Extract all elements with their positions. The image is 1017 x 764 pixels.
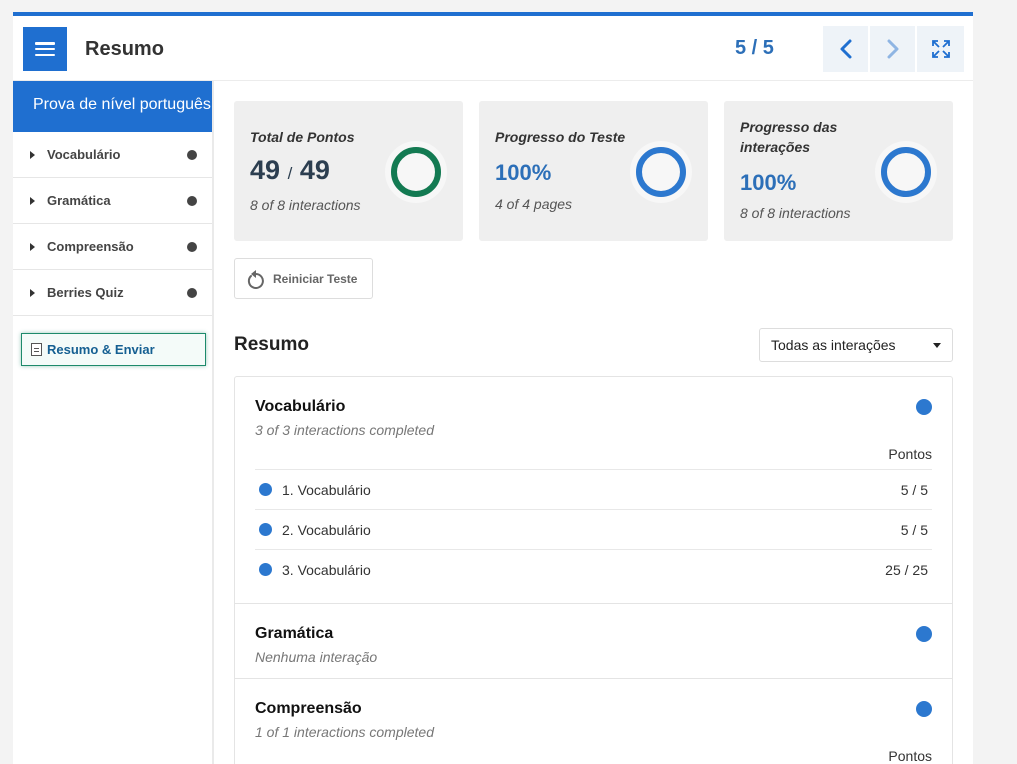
row-status-dot (259, 563, 272, 576)
card-sub: 8 of 8 interactions (740, 205, 851, 221)
row-score: 5 / 5 (900, 521, 928, 538)
menu-button[interactable] (23, 27, 67, 71)
interaction-row[interactable]: 1. Vocabulário 5 / 5 (255, 469, 932, 509)
status-dot (187, 288, 197, 298)
points-value: 49 / 49 (250, 155, 330, 186)
sidebar: Prova de nível português Vocabulário Gra… (13, 81, 214, 764)
caret-right-icon (30, 196, 35, 205)
chevron-right-icon (887, 39, 898, 59)
test-progress-value: 100% (495, 160, 552, 185)
page-title: Resumo (85, 38, 164, 60)
reset-test-button[interactable]: Reiniciar Teste (234, 258, 373, 299)
row-label: 3. Vocabulário (282, 561, 371, 578)
interactions-progress-card: Progresso das interações 100% 8 of 8 int… (724, 101, 953, 241)
summary-submit-button[interactable]: Resumo & Enviar (21, 333, 206, 366)
interaction-row[interactable]: 3. Vocabulário 25 / 25 (255, 549, 932, 589)
section-subtitle: 3 of 3 interactions completed (255, 422, 434, 438)
summary-heading: Resumo (234, 334, 309, 355)
row-status-dot (259, 483, 272, 496)
card-sub: 8 of 8 interactions (250, 197, 361, 213)
reset-label: Reiniciar Teste (273, 271, 358, 286)
sidebar-item-label: Vocabulário (47, 147, 121, 162)
interactions-progress-ring (875, 141, 937, 203)
row-label: 2. Vocabulário (282, 521, 371, 538)
row-status-dot (259, 523, 272, 536)
status-dot (187, 196, 197, 206)
sidebar-item-berries-quiz[interactable]: Berries Quiz (13, 270, 212, 316)
section-subtitle: Nenhuma interação (255, 649, 378, 665)
expand-icon (931, 40, 950, 58)
card-label: Progresso do Teste (495, 129, 626, 145)
sidebar-item-compreensao[interactable]: Compreensão (13, 224, 212, 270)
previous-page-button[interactable] (823, 26, 868, 72)
interactions-filter-select[interactable]: Todas as interações (759, 328, 953, 362)
section-title: Compreensão (255, 700, 362, 717)
interaction-row[interactable]: 2. Vocabulário 5 / 5 (255, 509, 932, 549)
card-sub: 4 of 4 pages (495, 196, 573, 212)
row-label: 1. Vocabulário (282, 481, 371, 498)
hamburger-icon (35, 42, 55, 56)
interactions-progress-value: 100% (740, 170, 797, 195)
points-score: 49 (250, 155, 281, 185)
caret-right-icon (30, 242, 35, 251)
points-column-header: Pontos (888, 748, 932, 764)
card-label-line2: interações (740, 139, 811, 155)
summary-submit-label: Resumo & Enviar (47, 342, 155, 357)
total-points-card: Total de Pontos 49 / 49 8 of 8 interacti… (234, 101, 463, 241)
sidebar-item-label: Gramática (47, 193, 111, 208)
section-status-dot (916, 701, 932, 717)
reset-icon (247, 269, 264, 289)
caret-down-icon (933, 343, 941, 348)
section-status-dot (916, 626, 932, 642)
test-progress-card: Progresso do Teste 100% 4 of 4 pages (479, 101, 708, 241)
summary-section-compreensao: Compreensão 1 of 1 interactions complete… (235, 679, 952, 764)
points-column-header: Pontos (888, 446, 932, 462)
section-title: Gramática (255, 625, 334, 642)
section-subtitle: 1 of 1 interactions completed (255, 724, 434, 740)
filter-value: Todas as interações (771, 337, 896, 353)
main-content: Total de Pontos 49 / 49 8 of 8 interacti… (214, 81, 973, 764)
card-label-line1: Progresso das (740, 119, 838, 135)
caret-right-icon (30, 150, 35, 159)
sidebar-item-label: Compreensão (47, 239, 134, 254)
sidebar-item-vocabulario[interactable]: Vocabulário (13, 132, 212, 178)
chevron-left-icon (840, 39, 851, 59)
status-dot (187, 242, 197, 252)
points-separator: / (287, 164, 293, 183)
next-page-button[interactable] (870, 26, 915, 72)
fullscreen-button[interactable] (917, 26, 964, 72)
sidebar-item-gramatica[interactable]: Gramática (13, 178, 212, 224)
summary-section-vocabulario: Vocabulário 3 of 3 interactions complete… (235, 377, 952, 604)
summary-list: Vocabulário 3 of 3 interactions complete… (234, 376, 953, 764)
row-score: 25 / 25 (885, 561, 928, 578)
test-progress-ring (630, 141, 692, 203)
page-counter: 5 / 5 (735, 37, 774, 59)
sidebar-item-label: Berries Quiz (47, 285, 124, 300)
document-icon (31, 343, 42, 356)
section-title: Vocabulário (255, 398, 346, 415)
card-label: Progresso das interações (740, 117, 837, 157)
sidebar-title[interactable]: Prova de nível português (13, 81, 212, 132)
caret-right-icon (30, 288, 35, 297)
card-label: Total de Pontos (250, 129, 355, 145)
header: Resumo 5 / 5 (13, 16, 973, 81)
points-total: 49 (299, 155, 330, 185)
status-dot (187, 150, 197, 160)
summary-section-gramatica: Gramática Nenhuma interação (235, 604, 952, 679)
section-status-dot (916, 399, 932, 415)
app-frame: Resumo 5 / 5 Prova de nível português Vo… (13, 12, 973, 764)
row-score: 5 / 5 (900, 481, 928, 498)
points-progress-ring (385, 141, 447, 203)
